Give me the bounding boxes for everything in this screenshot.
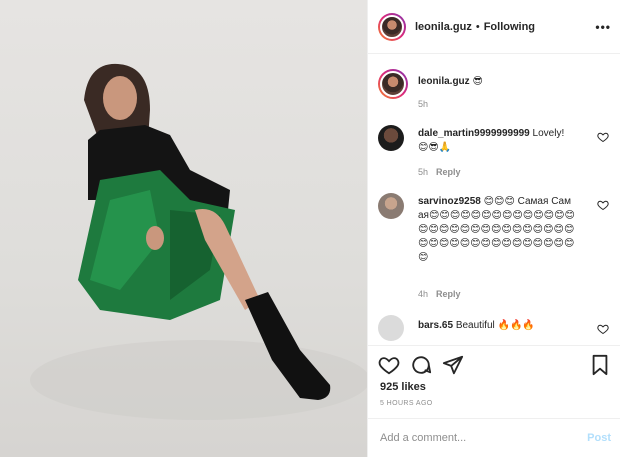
like-comment-heart-icon[interactable] xyxy=(597,323,609,335)
comment-item: dale_martin9999999999 Lovely! 😊😎🙏 5h Repl… xyxy=(378,125,613,181)
add-comment-bar: Add a comment... Post xyxy=(368,418,620,457)
comment-avatar[interactable] xyxy=(378,125,404,151)
like-heart-icon[interactable] xyxy=(378,354,400,376)
comment-time[interactable]: 4h xyxy=(418,289,428,299)
post-timestamp[interactable]: 5 HOURS AGO xyxy=(380,400,433,407)
caption-item: leonila.guz 😎 5h xyxy=(378,69,613,113)
more-options-icon[interactable]: ••• xyxy=(595,20,611,34)
comment-username[interactable]: sarvinoz9258 xyxy=(418,196,481,207)
comment-text: Beautiful 🔥🔥🔥 xyxy=(455,320,535,331)
comments-list[interactable]: leonila.guz 😎 5h dale_martin9999999999 L… xyxy=(368,55,620,345)
comment-avatar[interactable] xyxy=(378,315,404,341)
following-button[interactable]: Following xyxy=(484,21,535,33)
post-actions: 925 likes 5 HOURS AGO xyxy=(368,345,620,417)
reply-button[interactable]: Reply xyxy=(436,289,461,299)
comment-item: sarvinoz9258 😊😊😊 Самая Самая😊😊😊😊😊😊😊😊😊😊😊😊… xyxy=(378,193,613,305)
caption-username[interactable]: leonila.guz xyxy=(418,76,470,87)
post-photo[interactable] xyxy=(0,0,367,457)
post-button[interactable]: Post xyxy=(587,432,611,444)
post-header: leonila.guz • Following ••• xyxy=(368,0,620,54)
comment-username[interactable]: dale_martin9999999999 xyxy=(418,128,530,139)
comment-username[interactable]: bars.65 xyxy=(418,320,453,331)
reply-button[interactable]: Reply xyxy=(436,167,461,177)
like-comment-heart-icon[interactable] xyxy=(597,199,609,211)
comment-bubble-icon[interactable] xyxy=(410,354,432,376)
caption-avatar[interactable] xyxy=(378,69,408,99)
author-avatar[interactable] xyxy=(378,12,406,41)
header-separator: • xyxy=(475,20,480,33)
caption-time[interactable]: 5h xyxy=(418,99,428,109)
share-send-icon[interactable] xyxy=(442,354,464,376)
caption-text: 😎 xyxy=(472,76,483,87)
add-comment-input[interactable]: Add a comment... xyxy=(380,432,466,444)
comment-avatar[interactable] xyxy=(378,193,404,219)
comment-text: Lovely! xyxy=(532,128,565,139)
comment-emojis: 😊😎🙏 xyxy=(418,142,452,153)
like-comment-heart-icon[interactable] xyxy=(597,131,609,143)
save-bookmark-icon[interactable] xyxy=(589,354,611,376)
comment-time[interactable]: 5h xyxy=(418,167,428,177)
comment-item: bars.65 Beautiful 🔥🔥🔥 xyxy=(378,315,613,345)
post-photo-illustration xyxy=(30,63,367,420)
author-username[interactable]: leonila.guz xyxy=(415,21,472,33)
post-side-panel: leonila.guz • Following ••• leonila.guz … xyxy=(367,0,620,457)
likes-count[interactable]: 925 likes xyxy=(380,381,426,393)
